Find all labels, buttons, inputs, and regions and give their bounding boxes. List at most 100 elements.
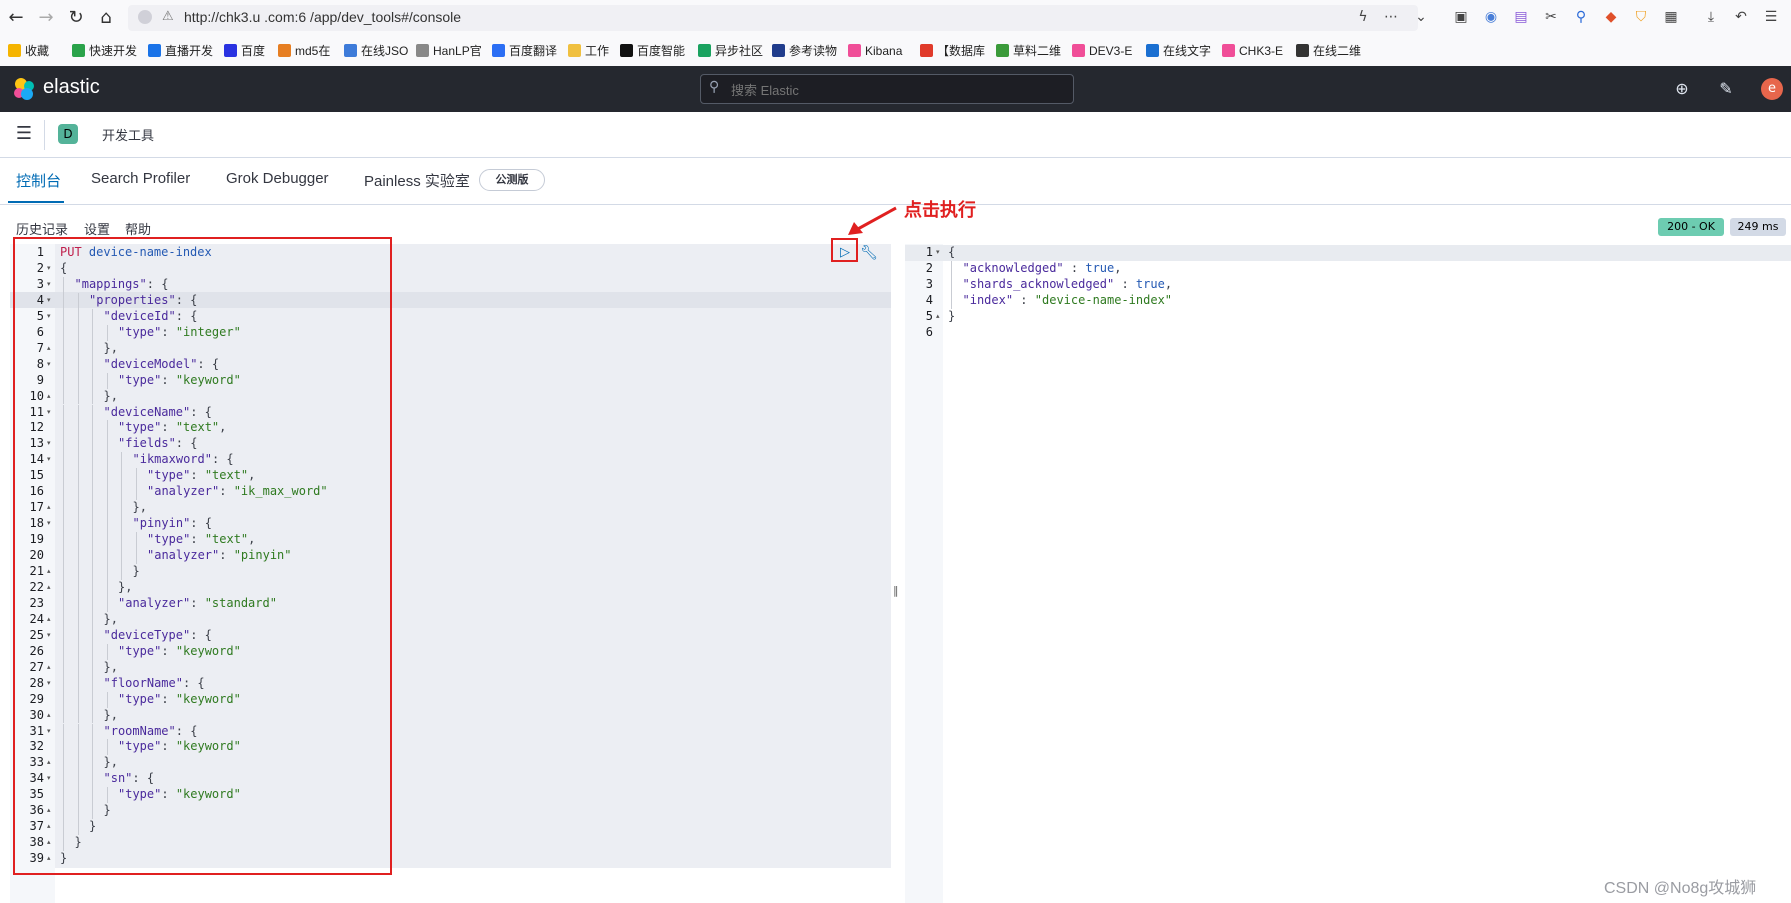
fold-toggle-icon[interactable]: ▾ [936, 248, 940, 256]
code-token: , [1164, 276, 1173, 291]
menu-toggle-icon[interactable]: ☰ [14, 125, 34, 143]
active-line-highlight [905, 245, 1791, 261]
search-icon: ⚲ [709, 79, 720, 95]
line-number: 6 [925, 324, 933, 339]
newsfeed-icon[interactable]: ✎ [1716, 79, 1736, 99]
fold-toggle-icon[interactable]: ▴ [936, 312, 940, 320]
tab-grok-debugger[interactable]: Grok Debugger [226, 170, 329, 187]
resize-handle[interactable]: ‖ [893, 584, 899, 597]
bookmark-item[interactable]: 收藏 [8, 42, 49, 60]
bookmark-icon [416, 44, 429, 57]
bookmark-icon [492, 44, 505, 57]
url-bar[interactable]: ⚠ http://chk3.u .com:6 /app/dev_tools#/c… [128, 5, 1418, 31]
tab-painless-lab[interactable]: Painless 实验室 [364, 170, 470, 191]
search-icon[interactable]: ⚲ [1572, 8, 1590, 26]
bookmark-label: 异步社区 [715, 44, 764, 58]
code-line: "acknowledged" : true, [963, 261, 1122, 275]
bookmark-item[interactable]: 异步社区 [698, 42, 763, 60]
line-number: 1 [925, 245, 933, 259]
bookmark-item[interactable]: 草料二维 [996, 42, 1061, 60]
watermark: CSDN @No8g攻城狮 [1604, 880, 1757, 897]
bookmark-item[interactable]: CHK3-E [1222, 42, 1283, 60]
request-time-badge: 249 ms [1730, 218, 1786, 236]
elastic-icon [1072, 44, 1085, 57]
extension-icon[interactable]: ▤ [1512, 8, 1530, 26]
url-text[interactable]: http://chk3.u .com:6 /app/dev_tools#/con… [184, 9, 461, 25]
code-token: "shards_acknowledged" [962, 276, 1115, 291]
help-icon[interactable]: ⊕ [1672, 79, 1692, 99]
tab-search-profiler[interactable]: Search Profiler [91, 170, 190, 187]
help-link[interactable]: 帮助 [125, 219, 151, 238]
bookmark-item[interactable]: 在线二维 [1296, 42, 1361, 60]
bookmark-label: CHK3-E [1239, 44, 1284, 58]
global-search[interactable]: ⚲ [700, 74, 1074, 104]
menu-icon[interactable]: ☰ [1762, 8, 1780, 26]
code-token: : [1114, 276, 1136, 291]
tab-console[interactable]: 控制台 [16, 170, 61, 191]
reload-icon[interactable]: ↻ [64, 6, 88, 30]
chevron-down-icon[interactable]: ⌄ [1412, 8, 1430, 26]
bookmark-item[interactable]: 百度翻译 [492, 42, 557, 60]
bookmark-item[interactable]: 工作 [568, 42, 609, 60]
bookmark-item[interactable]: 在线JSO [344, 42, 408, 60]
history-link[interactable]: 历史记录 [16, 219, 68, 238]
annotation-label: 点击执行 [904, 200, 976, 221]
bookmark-icon [620, 44, 633, 57]
bookmark-item[interactable]: Kibana [848, 42, 902, 60]
bookmark-label: 【数据库 [937, 44, 986, 58]
bookmark-item[interactable]: md5在 [278, 42, 330, 60]
code-line: } [948, 309, 955, 323]
code-line: "index" : "device-name-index" [963, 293, 1173, 307]
shield-icon[interactable]: ⛉ [1632, 8, 1650, 26]
baidu-icon [224, 44, 237, 57]
bookmark-item[interactable]: 在线文字 [1146, 42, 1211, 60]
user-avatar[interactable]: e [1761, 78, 1783, 100]
run-button-highlight-box [831, 238, 858, 262]
scissors-icon[interactable]: ✂ [1542, 8, 1560, 26]
bookmark-icon [920, 44, 933, 57]
bookmark-item[interactable]: 百度 [224, 42, 265, 60]
undo-icon[interactable]: ↶ [1732, 8, 1750, 26]
search-input[interactable] [729, 79, 1063, 101]
bookmark-label: md5在 [295, 44, 331, 58]
bookmark-label: 收藏 [25, 44, 50, 58]
site-info-icon[interactable] [138, 10, 152, 24]
bookmark-item[interactable]: HanLP官 [416, 42, 482, 60]
bookmark-icon [772, 44, 785, 57]
elastic-icon [848, 44, 861, 57]
tabs-bar: 控制台 Search Profiler Grok Debugger Painle… [0, 158, 1791, 205]
bookmark-label: 在线文字 [1163, 44, 1212, 58]
bolt-icon[interactable]: ϟ [1354, 8, 1372, 26]
code-token: "device-name-index" [1034, 292, 1173, 307]
bookmark-item[interactable]: DEV3-E [1072, 42, 1132, 60]
beta-badge: 公测版 [479, 169, 545, 191]
bookmark-item[interactable]: 直播开发 [148, 42, 213, 60]
home-icon[interactable]: ⌂ [94, 6, 118, 30]
extension-icon[interactable]: ◉ [1482, 8, 1500, 26]
response-editor-gutter [905, 244, 943, 903]
bookmark-label: 草料二维 [1013, 44, 1062, 58]
divider [44, 120, 45, 150]
forward-icon[interactable]: → [34, 6, 58, 30]
response-editor [943, 244, 1791, 903]
more-icon[interactable]: ⋯ [1382, 8, 1400, 26]
wrench-icon[interactable]: 🔧︎ [860, 244, 878, 262]
bookmark-item[interactable]: 【数据库 [920, 42, 985, 60]
bookmark-item[interactable]: 参考读物 [772, 42, 837, 60]
grid-icon[interactable]: ▦ [1662, 8, 1680, 26]
arrow-icon [848, 206, 897, 235]
pocket-icon[interactable]: ▣ [1452, 8, 1470, 26]
bookmark-item[interactable]: 百度智能 [620, 42, 685, 60]
bookmark-item[interactable]: 快速开发 [72, 42, 137, 60]
download-icon[interactable]: ⤓ [1702, 8, 1720, 26]
elastic-logo-icon[interactable] [12, 77, 36, 101]
insecure-icon[interactable]: ⚠ [162, 9, 174, 24]
back-icon[interactable]: ← [4, 6, 28, 30]
elastic-icon [1222, 44, 1235, 57]
logo-text[interactable]: elastic [43, 76, 100, 99]
bookmark-label: 工作 [585, 44, 610, 58]
game-icon[interactable]: ◆ [1602, 8, 1620, 26]
settings-link[interactable]: 设置 [84, 219, 110, 238]
space-avatar[interactable]: D [58, 124, 78, 144]
bookmark-icon [344, 44, 357, 57]
